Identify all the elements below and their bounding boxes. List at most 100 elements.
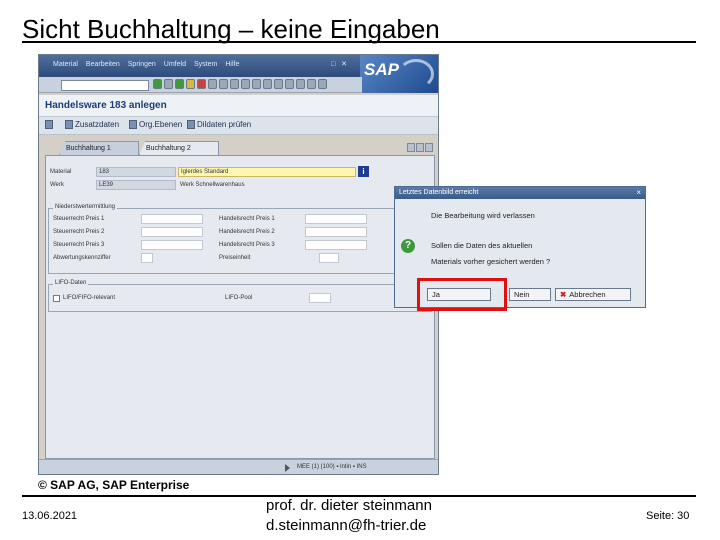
menu-edit[interactable]: Bearbeiten	[86, 61, 120, 68]
prev-page-icon[interactable]	[252, 79, 261, 89]
tab-accounting-1[interactable]: Buchhaltung 1	[59, 141, 139, 155]
dialog-message-3: Materials vorher gesichert werden ?	[431, 257, 551, 266]
highlight-box	[417, 278, 507, 311]
sap-window: Material Bearbeiten Springen Umfeld Syst…	[38, 54, 439, 475]
footer-author-email: d.steinmann@fh-trier.de	[266, 517, 427, 534]
plant-description: Werk Schnellwarenhaus	[180, 182, 245, 188]
no-button-label: Nein	[514, 290, 530, 299]
help-icon[interactable]	[307, 79, 316, 89]
dialog-close-icon[interactable]: ×	[636, 188, 641, 197]
dialog-message-1: Die Bearbeitung wird verlassen	[431, 211, 535, 220]
plant-field: LE39	[96, 180, 176, 190]
org-levels-label: Org.Ebenen	[139, 120, 183, 129]
new-session-icon[interactable]	[285, 79, 294, 89]
info-icon[interactable]: i	[358, 166, 369, 177]
screen-title-bar: Handelsware 183 anlegen	[39, 95, 438, 117]
plant-label: Werk	[50, 182, 64, 188]
org-levels-icon	[129, 120, 137, 129]
tab-next-icon[interactable]	[416, 143, 424, 152]
valuation-group-title: Niederstwertermittlung	[53, 204, 118, 210]
menu-goto[interactable]: Springen	[128, 61, 156, 68]
shortcut-icon[interactable]	[296, 79, 305, 89]
find-icon[interactable]	[219, 79, 228, 89]
save-icon[interactable]	[164, 79, 173, 89]
devaluation-indicator-label: Abwertungskennziffer	[53, 255, 111, 261]
menu-material[interactable]: Material	[53, 61, 78, 68]
additional-data-icon	[65, 120, 73, 129]
footer-author-name: prof. dr. dieter steinmann	[266, 497, 432, 514]
enter-icon[interactable]	[153, 79, 162, 89]
cancel-x-icon: ✖	[560, 290, 567, 299]
price-unit-label: Preiseinheit	[219, 255, 251, 261]
status-bar: MEE (1) (100) ▪ lntin ▪ INS	[39, 459, 438, 474]
tax-price-3-input[interactable]	[141, 240, 203, 250]
footer-date: 13.06.2021	[22, 510, 78, 522]
material-description-field: Iglerdes Standard	[178, 167, 356, 177]
status-text: MEE (1) (100) ▪ lntin ▪ INS	[297, 464, 367, 470]
tab-accounting-1-label: Buchhaltung 1	[66, 145, 111, 152]
lifo-relevant-checkbox[interactable]	[53, 295, 60, 302]
lifo-pool-label: LIFO-Pool	[225, 295, 253, 301]
first-page-icon[interactable]	[241, 79, 250, 89]
footer-page-number: Seite: 30	[646, 510, 690, 522]
check-screen-icon	[187, 120, 195, 129]
additional-data-button[interactable]: Zusatzdaten	[65, 120, 119, 129]
menu-system[interactable]: System	[194, 61, 217, 68]
print-icon[interactable]	[208, 79, 217, 89]
back-icon[interactable]	[175, 79, 184, 89]
tax-price-1-input[interactable]	[141, 214, 203, 224]
commercial-price-1-input[interactable]	[305, 214, 367, 224]
tab-navigation	[407, 143, 433, 152]
layout-icon[interactable]	[318, 79, 327, 89]
lifo-group-title: LIFO-Daten	[53, 280, 89, 286]
tab-prev-icon[interactable]	[407, 143, 415, 152]
price-unit-input[interactable]	[319, 253, 339, 263]
commercial-price-3-input[interactable]	[305, 240, 367, 250]
check-screen-button[interactable]: Dildaten prüfen	[187, 120, 251, 129]
cancel-button-label: Abbrechen	[569, 290, 606, 299]
commercial-price-2-label: Handelsrecht Preis 2	[219, 229, 275, 235]
lifo-group: LIFO-Daten LIFO/FIFO-relevant LIFO-Pool	[48, 280, 432, 312]
sap-logo: SAP	[360, 55, 438, 93]
material-label: Material	[50, 169, 72, 175]
cancel-icon[interactable]	[197, 79, 206, 89]
check-screen-label: Dildaten prüfen	[197, 120, 252, 129]
next-page-icon[interactable]	[263, 79, 272, 89]
menu-help[interactable]: Hilfe	[225, 61, 239, 68]
sap-logo-text: SAP	[364, 60, 399, 79]
commercial-price-1-label: Handelsrecht Preis 1	[219, 216, 275, 222]
commercial-price-2-input[interactable]	[305, 227, 367, 237]
additional-data-label: Zusatzdaten	[75, 120, 120, 129]
tax-price-3-label: Steuerrecht Preis 3	[53, 242, 105, 248]
window-controls[interactable]: □ ✕	[331, 60, 349, 68]
menu-environment[interactable]: Umfeld	[164, 61, 186, 68]
views-button[interactable]	[45, 120, 53, 129]
tab-content: Material 183 Iglerdes Standard i Werk LE…	[45, 155, 435, 459]
question-icon: ?	[401, 239, 415, 253]
status-arrow-icon[interactable]	[285, 464, 290, 472]
devaluation-indicator-input[interactable]	[141, 253, 153, 263]
lifo-pool-input[interactable]	[309, 293, 331, 303]
dialog-message-2: Sollen die Daten des aktuellen	[431, 241, 533, 250]
last-page-icon[interactable]	[274, 79, 283, 89]
dialog-title: Letztes Datenbild erreicht	[399, 189, 479, 196]
find-next-icon[interactable]	[230, 79, 239, 89]
tab-accounting-2-label: Buchhaltung 2	[146, 145, 191, 152]
cancel-button[interactable]: ✖ Abbrechen	[555, 288, 631, 301]
dialog-title-bar: Letztes Datenbild erreicht ×	[395, 187, 645, 199]
sap-logo-swirl	[398, 59, 434, 89]
tax-price-2-input[interactable]	[141, 227, 203, 237]
screen-title: Handelsware 183 anlegen	[45, 100, 167, 111]
tax-price-1-label: Steuerrecht Preis 1	[53, 216, 105, 222]
valuation-group: Niederstwertermittlung Steuerrecht Preis…	[48, 204, 432, 274]
title-divider	[22, 41, 696, 43]
tab-list-icon[interactable]	[425, 143, 433, 152]
commercial-price-3-label: Handelsrecht Preis 3	[219, 242, 275, 248]
command-field[interactable]	[61, 80, 149, 91]
org-levels-button[interactable]: Org.Ebenen	[129, 120, 182, 129]
tabstrip: Buchhaltung 1 Buchhaltung 2	[45, 141, 435, 155]
exit-icon[interactable]	[186, 79, 195, 89]
menu-items: Material Bearbeiten Springen Umfeld Syst…	[53, 61, 239, 68]
no-button[interactable]: Nein	[509, 288, 551, 301]
tab-accounting-2[interactable]: Buchhaltung 2	[139, 141, 219, 155]
